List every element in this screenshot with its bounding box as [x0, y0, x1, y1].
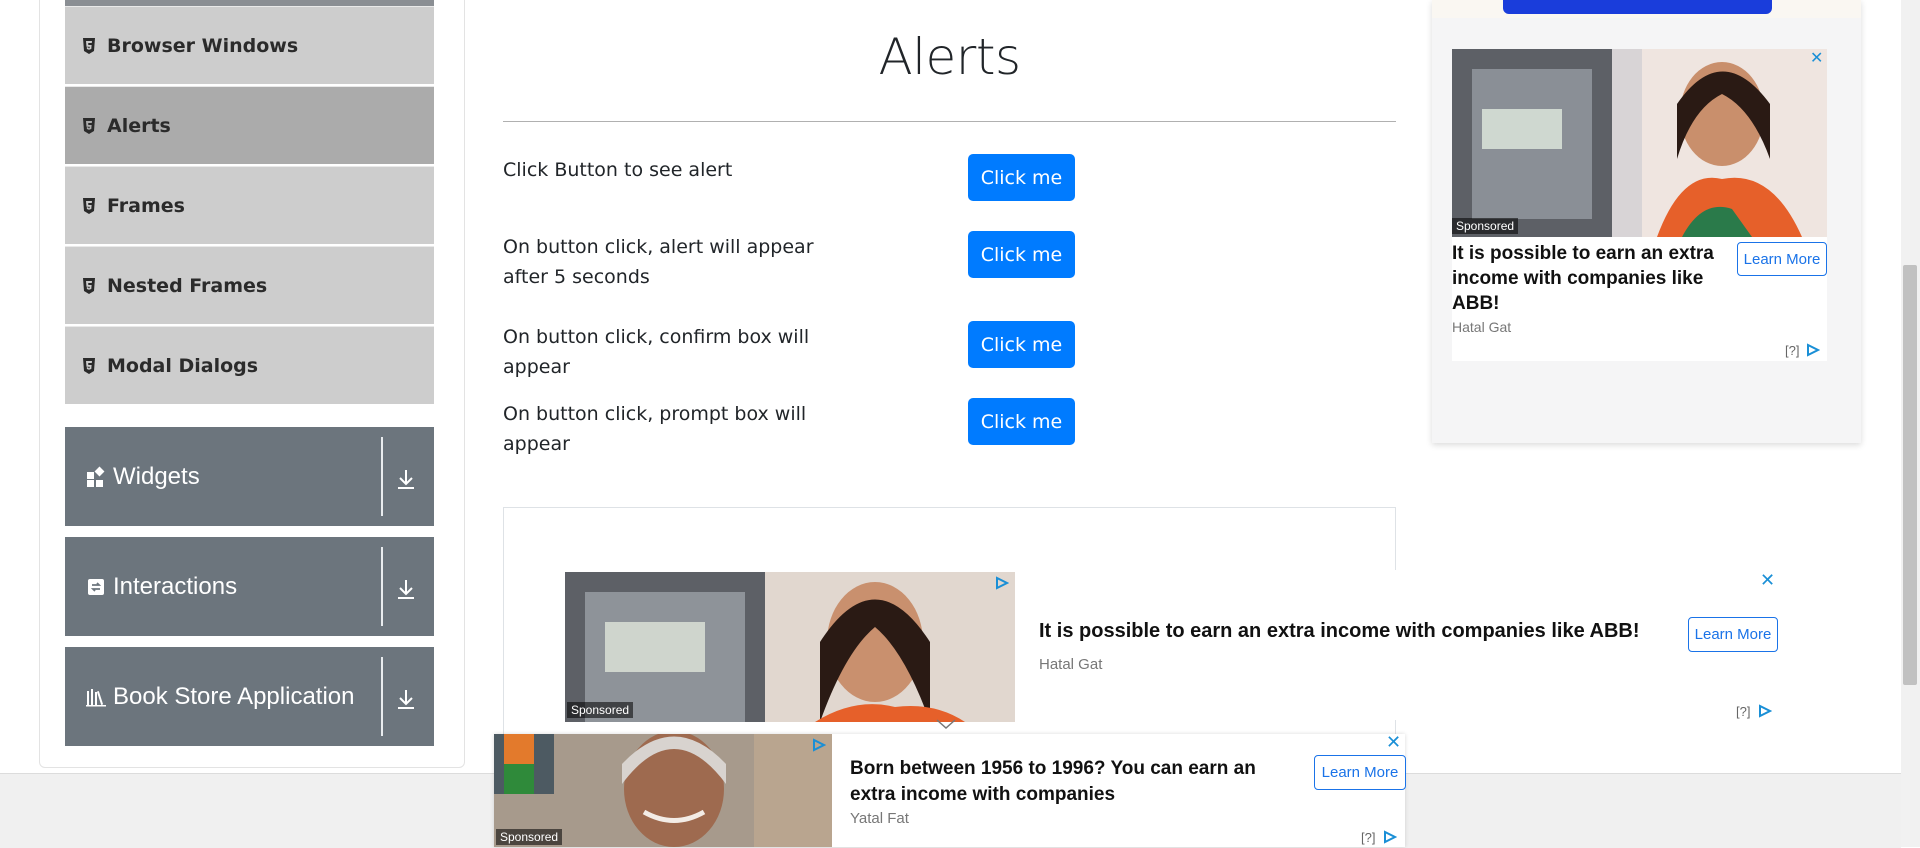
right-ad[interactable]: Sponsored ✕ It is possible to earn an ex… [1432, 0, 1861, 443]
sidebar-item-label: Modal Dialogs [107, 354, 259, 377]
scrollbar-thumb[interactable] [1903, 265, 1917, 685]
sidebar-item-modal-dialogs[interactable]: Modal Dialogs [65, 326, 434, 404]
sidebar-item-alerts[interactable]: Alerts [65, 86, 434, 164]
sidebar-group-label: Widgets [113, 462, 200, 490]
ad-card[interactable]: It is possible to earn an extra income w… [1452, 237, 1827, 361]
ad-headline[interactable]: Born between 1956 to 1996? You can earn … [850, 756, 1280, 808]
sidebar-group-widgets[interactable]: Widgets [65, 427, 434, 526]
title-divider [503, 121, 1396, 122]
prompt-row-text: On button click, prompt box will appear [503, 403, 807, 455]
sidebar-group-interactions[interactable]: Interactions [65, 537, 434, 636]
adchoices-icon[interactable] [1758, 704, 1772, 718]
ad-source: Yatal Fat [850, 810, 909, 827]
sidebar-item-frames[interactable]: Frames [65, 166, 434, 244]
download-icon[interactable] [394, 467, 418, 491]
sidebar-item-browser-windows[interactable]: Browser Windows [65, 6, 434, 84]
ad-close-icon[interactable]: ✕ [1810, 48, 1823, 67]
sidebar-item-label: Alerts [107, 114, 171, 137]
adchoices-icon[interactable] [812, 738, 826, 752]
html5-icon [83, 117, 95, 134]
ad-headline[interactable]: It is possible to earn an extra income w… [1452, 241, 1722, 316]
divider [381, 657, 383, 736]
sidebar-item-label: Browser Windows [107, 34, 299, 57]
html5-icon [83, 277, 95, 294]
chevron-down-icon[interactable] [935, 718, 957, 730]
sponsored-label: Sponsored [496, 829, 563, 845]
alert-row-text: Click Button to see alert [503, 159, 733, 181]
prompt-button[interactable]: Click me [968, 398, 1075, 445]
bottom-ad[interactable]: Sponsored Born between 1956 to 1996? You… [494, 732, 1406, 847]
sidebar-item-label: Nested Frames [107, 274, 268, 297]
html5-icon [83, 37, 95, 54]
ad-headline[interactable]: It is possible to earn an extra income w… [1039, 620, 1640, 643]
page-title: Alerts [878, 28, 1021, 86]
sidebar-item-label: Frames [107, 194, 185, 217]
sidebar-group-book-store[interactable]: Book Store Application [65, 647, 434, 746]
alert-button[interactable]: Click me [968, 154, 1075, 201]
timer-alert-button[interactable]: Click me [968, 231, 1075, 278]
interactions-icon [88, 578, 104, 595]
ad-help-link[interactable]: [?] [1736, 704, 1750, 719]
learn-more-button[interactable]: Learn More [1314, 755, 1406, 790]
divider [381, 547, 383, 626]
ad-help-link[interactable]: [?] [1785, 343, 1799, 358]
learn-more-button[interactable]: Learn More [1688, 617, 1778, 652]
ad-help-link[interactable]: [?] [1361, 830, 1375, 845]
divider [381, 437, 383, 516]
confirm-button[interactable]: Click me [968, 321, 1075, 368]
adchoices-icon[interactable] [1806, 343, 1820, 357]
sidebar-item-nested-frames[interactable]: Nested Frames [65, 246, 434, 324]
timer-alert-row-text: On button click, alert will appear after… [503, 236, 814, 288]
ad-top-button[interactable] [1503, 0, 1772, 14]
html5-icon [83, 197, 95, 214]
download-icon[interactable] [394, 577, 418, 601]
sidebar-group-label: Book Store Application [113, 682, 355, 710]
download-icon[interactable] [394, 687, 418, 711]
learn-more-button[interactable]: Learn More [1737, 242, 1827, 276]
html5-icon [83, 357, 95, 374]
ad-image[interactable] [1452, 49, 1827, 237]
middle-ad[interactable]: Sponsored It is possible to earn an extr… [565, 570, 1780, 722]
sidebar-group-label: Interactions [113, 572, 238, 600]
ad-source: Hatal Gat [1452, 319, 1512, 335]
confirm-row-text: On button click, confirm box will appear [503, 326, 810, 378]
adchoices-icon[interactable] [1383, 830, 1397, 844]
ad-source: Hatal Gat [1039, 656, 1103, 673]
ad-image[interactable] [565, 572, 1015, 722]
adchoices-icon[interactable] [995, 576, 1009, 590]
ad-close-icon[interactable]: ✕ [1760, 570, 1775, 591]
sponsored-label: Sponsored [567, 702, 634, 718]
ad-close-icon[interactable]: ✕ [1386, 732, 1401, 753]
book-store-icon [86, 688, 106, 706]
sponsored-label: Sponsored [1452, 218, 1519, 234]
widgets-icon [87, 466, 105, 487]
